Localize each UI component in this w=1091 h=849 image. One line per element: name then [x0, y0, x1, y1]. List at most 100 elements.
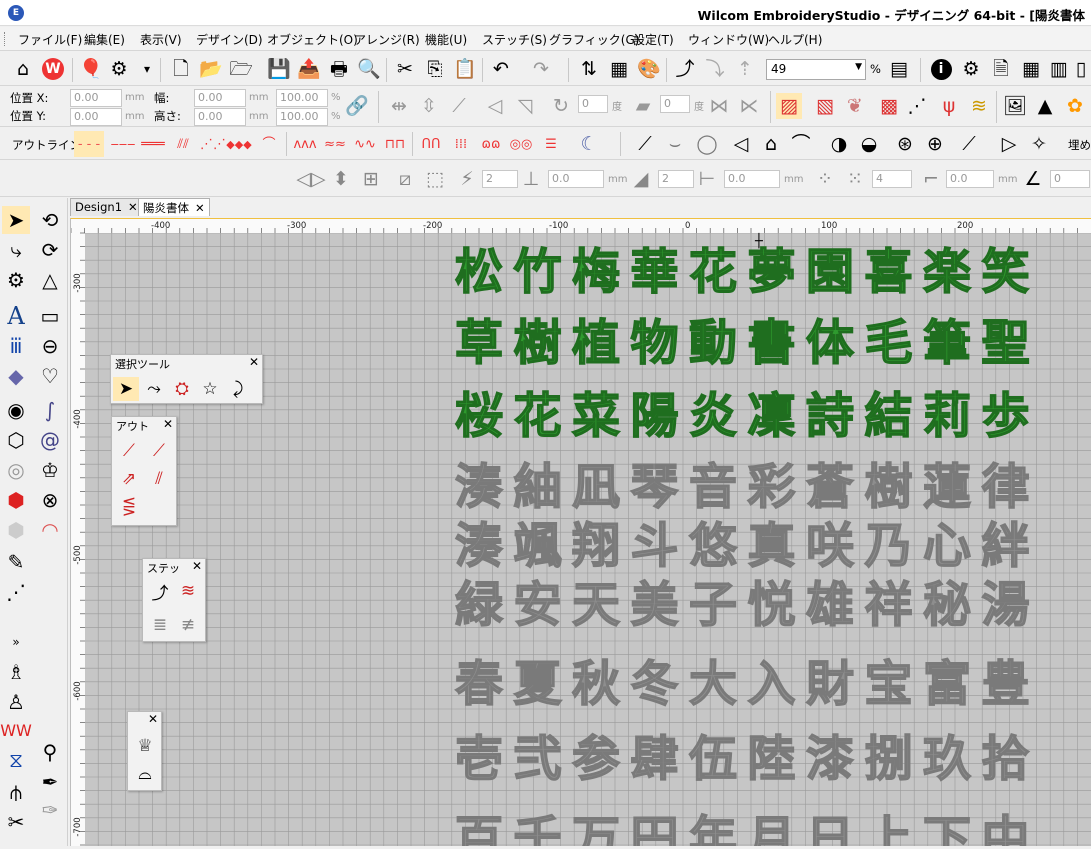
print-icon[interactable]: 🖶 [326, 56, 352, 82]
sunburst-icon[interactable]: ◠ [36, 516, 64, 544]
hoop-center-icon[interactable]: ⊛ [892, 131, 918, 157]
gray-glyph[interactable]: 咲 [805, 517, 855, 574]
stem-icon[interactable]: ⫽ [146, 467, 172, 491]
green-glyph[interactable]: 草 [454, 314, 503, 371]
tatami-fill-icon[interactable]: ▨ [776, 93, 802, 119]
ungroup-icon[interactable]: ⬚ [422, 166, 448, 192]
object-list-icon[interactable]: ▯ [1072, 56, 1090, 82]
gray-glyph[interactable]: 樹 [864, 458, 913, 515]
appliqué-icon[interactable]: ♔ [36, 456, 64, 484]
green-glyph[interactable]: 毛 [864, 314, 913, 371]
points-icon[interactable]: ⋰ [904, 93, 930, 119]
gray-glyph[interactable]: 拾 [981, 730, 1030, 787]
cut-icon[interactable]: ✂ [392, 56, 418, 82]
width-field[interactable]: 0.00 [194, 89, 246, 107]
gray-glyph[interactable]: 大 [688, 655, 737, 712]
green-glyph[interactable]: 筆 [922, 314, 971, 371]
green-glyph[interactable]: 樹 [513, 314, 562, 371]
gray-glyph[interactable]: 翔 [571, 517, 620, 574]
green-glyph[interactable]: 華 [630, 243, 679, 300]
green-glyph[interactable]: 陽 [630, 387, 679, 444]
menu-function[interactable]: 機能(U) [425, 31, 467, 48]
single-stitch-icon[interactable]: ⤴ [147, 579, 173, 604]
gray-glyph[interactable]: 秋 [571, 655, 620, 712]
arc-icon[interactable]: ⌣ [662, 131, 688, 157]
green-glyph[interactable]: 結 [864, 387, 913, 444]
stitch-value-3[interactable]: 2 [658, 170, 694, 188]
offset-outline-icon[interactable]: ◎ [2, 456, 30, 484]
menu-arrange[interactable]: アレンジ(R) [354, 31, 420, 48]
gray-glyph[interactable]: 紬 [513, 458, 562, 515]
spiral-icon[interactable]: @ [36, 426, 64, 454]
fancy-fill-icon[interactable]: ▩ [876, 93, 902, 119]
thread-chart-icon[interactable]: ▥ [1046, 56, 1072, 82]
green-glyph[interactable]: 竹 [513, 243, 562, 300]
gray-glyph[interactable]: 音 [688, 458, 737, 515]
needle-icon[interactable]: ✎ [2, 548, 30, 576]
stitch-angle-icon[interactable]: ⋈ [706, 93, 732, 119]
travel-tool-icon[interactable]: ⚙ [2, 266, 30, 294]
gray-glyph[interactable]: 湯 [981, 576, 1030, 633]
ellipse-icon[interactable]: ⊖ [36, 332, 64, 360]
outline-triple-icon[interactable]: ‒‒‒ [108, 131, 138, 157]
slant-field[interactable]: 0 [660, 95, 690, 113]
gray-glyph[interactable]: 宝 [864, 655, 913, 712]
green-glyph[interactable]: 炎 [688, 387, 737, 444]
position-y-field[interactable]: 0.00 [70, 108, 122, 126]
green-glyph[interactable]: 園 [805, 243, 854, 300]
gray-glyph[interactable]: 安 [513, 576, 562, 633]
monogram-icon[interactable]: ⅲ [2, 332, 30, 360]
position-x-field[interactable]: 0.00 [70, 89, 122, 107]
gray-glyph[interactable]: 琴 [630, 458, 679, 515]
mirror-h-icon[interactable]: ⇹ [386, 93, 412, 119]
undo-icon[interactable]: ↶ [488, 56, 514, 82]
green-glyph[interactable]: 書 [747, 314, 796, 371]
menu-stitch[interactable]: ステッチ(S) [482, 31, 547, 48]
green-glyph[interactable]: 凜 [747, 387, 796, 444]
menu-edit[interactable]: 編集(E) [84, 31, 125, 48]
gray-glyph[interactable]: 財 [805, 655, 854, 712]
break-stitch-icon[interactable]: ≢ [175, 613, 201, 637]
outline-motif-icon[interactable]: ◆◆◆ [224, 131, 254, 157]
width-percent-field[interactable]: 100.00 [276, 89, 328, 107]
open-folder-icon[interactable]: 📂 [198, 56, 224, 82]
slant-icon[interactable]: ▰ [630, 93, 656, 119]
badge-icon[interactable]: ◆ [2, 362, 30, 390]
gray-glyph[interactable]: 捌 [864, 730, 913, 787]
print-preview-icon[interactable]: 🔍 [356, 56, 382, 82]
skew-icon[interactable]: ◁ [482, 93, 508, 119]
green-glyph[interactable]: 花 [688, 243, 737, 300]
stitch-value-7[interactable]: 0 [1050, 170, 1090, 188]
menu-help[interactable]: ヘルプ(H) [768, 31, 822, 48]
paste-icon[interactable]: 📋 [452, 56, 478, 82]
color-select-icon[interactable]: ⛭ [169, 377, 195, 401]
stitch-value-2[interactable]: 0.0 [548, 170, 604, 188]
gray-glyph[interactable]: 玖 [922, 730, 971, 787]
outline-curve-icon[interactable]: ☾ [576, 131, 602, 157]
stitch-angle2-icon[interactable]: ⋉ [736, 93, 762, 119]
green-glyph[interactable]: 莉 [922, 387, 971, 444]
node-tool-icon[interactable]: △ [36, 266, 64, 294]
gray-glyph[interactable]: 日 [805, 810, 854, 849]
export-icon[interactable]: 📤 [296, 56, 322, 82]
tab-kagero[interactable]: 陽炎書体 ✕ [138, 198, 210, 216]
shapes-icon[interactable]: ▲ [1032, 93, 1058, 119]
color-film-icon[interactable]: 🎨 [636, 56, 662, 82]
stitch-value-6[interactable]: 0.0 [946, 170, 994, 188]
arch-icon[interactable]: ⌓ [132, 762, 158, 786]
home-icon[interactable]: ⌂ [10, 56, 36, 82]
outline-run-icon[interactable]: - - - [74, 131, 104, 157]
green-glyph[interactable]: 植 [571, 314, 620, 371]
reshape-node-icon[interactable]: ⟲ [36, 206, 64, 234]
pattern-icon[interactable]: ⁘ [812, 166, 838, 192]
gray-glyph[interactable]: 冬 [630, 655, 679, 712]
gray-glyph[interactable]: 湊 [454, 458, 503, 515]
outline-feather-icon[interactable]: ⌒ [254, 131, 284, 157]
height-percent-field[interactable]: 100.00 [276, 108, 328, 126]
green-glyph[interactable]: 物 [630, 314, 679, 371]
scissor-tool-icon[interactable]: ✂ [2, 808, 30, 836]
density-icon[interactable]: ◢ [628, 166, 654, 192]
menu-graphic[interactable]: グラフィック(G) [549, 31, 639, 48]
gray-glyph[interactable]: 彩 [747, 458, 796, 515]
fish-icon[interactable]: ≋ [966, 93, 992, 119]
